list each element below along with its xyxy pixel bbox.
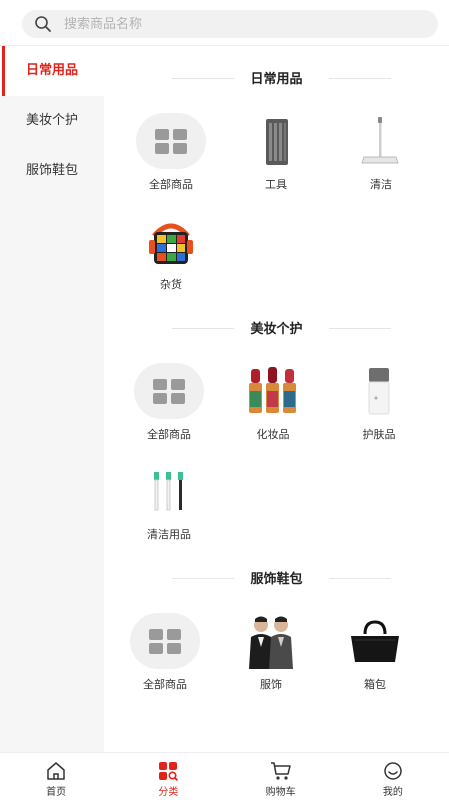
category-sidebar: 日常用品 美妆个护 服饰鞋包 — [0, 46, 104, 752]
category-item-label: 全部商品 — [147, 428, 191, 441]
category-item-label: 箱包 — [364, 678, 386, 691]
section-title: 日常用品 — [104, 68, 449, 88]
handbag-icon — [340, 612, 410, 670]
category-item-groceries[interactable]: 杂货 — [126, 212, 216, 302]
skincare-bottle-icon — [344, 362, 414, 420]
tab-profile[interactable]: 我的 — [337, 753, 449, 800]
category-item-cosmetics[interactable]: 化妆品 — [228, 362, 318, 452]
search-box[interactable] — [22, 10, 438, 38]
mop-icon — [346, 112, 416, 170]
search-bar — [0, 0, 449, 46]
category-item-label: 清洁用品 — [147, 528, 191, 541]
category-item-bags[interactable]: 箱包 — [330, 612, 420, 702]
tab-label: 我的 — [382, 787, 403, 798]
sidebar-item-label: 服饰鞋包 — [26, 163, 79, 178]
category-item-label: 护肤品 — [362, 428, 396, 441]
category-item-cleaning[interactable]: 清洁 — [336, 112, 426, 202]
lipstick-icon — [238, 362, 308, 420]
sidebar-item-beauty[interactable]: 美妆个护 — [0, 96, 104, 146]
category-item-label: 化妆品 — [256, 428, 290, 441]
category-item-skincare[interactable]: 护肤品 — [334, 362, 424, 452]
category-item-label: 全部商品 — [143, 678, 187, 691]
tool-kit-icon — [241, 112, 311, 170]
profile-icon — [384, 762, 402, 780]
category-item-all[interactable]: 全部商品 — [120, 612, 210, 702]
grid-icon — [134, 362, 204, 420]
tab-cart[interactable]: 购物车 — [225, 753, 337, 800]
category-item-all[interactable]: 全部商品 — [126, 112, 216, 202]
category-item-all[interactable]: 全部商品 — [124, 362, 214, 452]
grid-icon — [136, 112, 206, 170]
clothing-models-icon — [236, 612, 306, 670]
section-title: 美妆个护 — [104, 318, 449, 338]
tab-label: 首页 — [46, 787, 67, 798]
tab-label: 分类 — [158, 787, 179, 798]
grid-icon — [130, 612, 200, 670]
bottom-tab-bar: 首页 分类 购物车 我的 — [0, 752, 449, 800]
search-input[interactable] — [64, 10, 424, 38]
tab-home[interactable]: 首页 — [0, 753, 112, 800]
sidebar-item-label: 日常用品 — [26, 63, 79, 78]
tab-label: 购物车 — [265, 787, 296, 798]
category-item-label: 清洁 — [370, 178, 392, 191]
home-icon — [47, 762, 65, 780]
category-item-label: 服饰 — [260, 678, 282, 691]
sidebar-item-apparel[interactable]: 服饰鞋包 — [0, 146, 104, 196]
search-icon — [35, 16, 51, 32]
sidebar-item-daily[interactable]: 日常用品 — [0, 46, 104, 96]
category-item-label: 全部商品 — [149, 178, 193, 191]
category-page: 日常用品 美妆个护 服饰鞋包 日常用品 全部商品 — [0, 0, 449, 800]
section-title: 服饰鞋包 — [104, 568, 449, 588]
category-item-clothing[interactable]: 服饰 — [226, 612, 316, 702]
category-content: 日常用品 全部商品 工具 清洁 杂货 美妆个护 全部商品 化妆品 护肤品 清洁用… — [104, 46, 449, 752]
tab-category[interactable]: 分类 — [112, 753, 224, 800]
rubik-cube-speaker-icon — [136, 212, 206, 270]
toothbrush-heads-icon — [134, 462, 204, 520]
category-item-label: 杂货 — [160, 278, 182, 291]
category-item-cleaning-supplies[interactable]: 清洁用品 — [124, 462, 214, 552]
category-item-tools[interactable]: 工具 — [231, 112, 321, 202]
category-icon — [159, 762, 179, 781]
cart-icon — [270, 762, 291, 780]
sidebar-item-label: 美妆个护 — [26, 113, 79, 128]
category-item-label: 工具 — [265, 178, 287, 191]
